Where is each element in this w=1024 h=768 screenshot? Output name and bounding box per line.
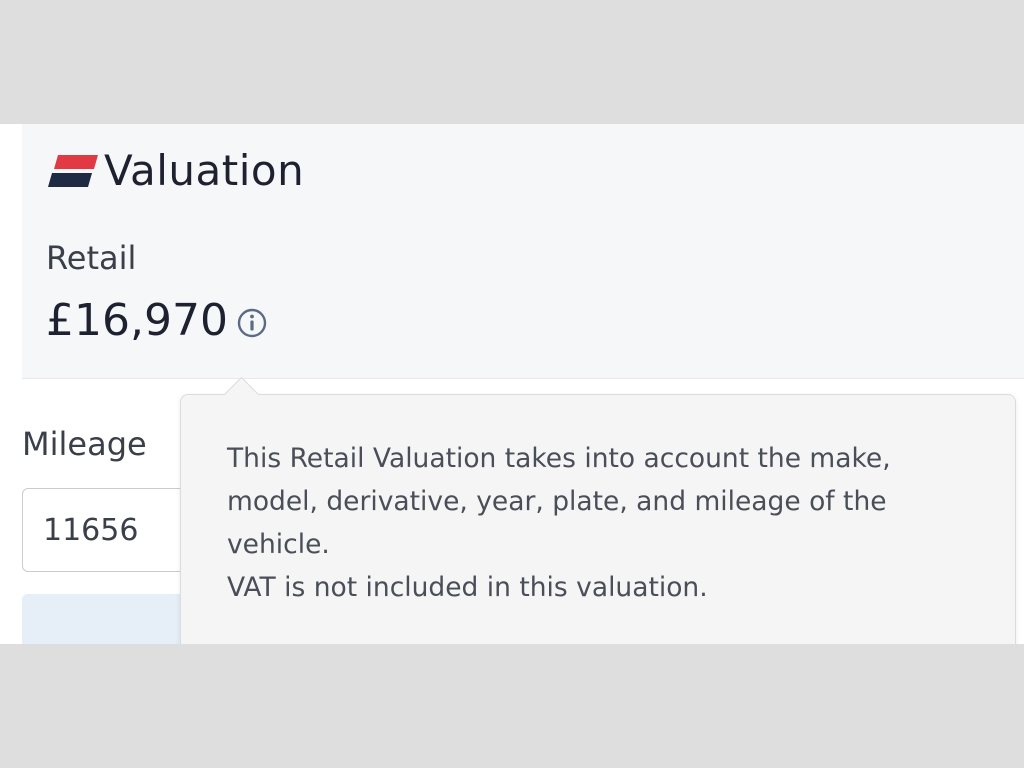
valuation-tooltip: This Retail Valuation takes into account… — [180, 376, 1016, 644]
brand-header: Valuation — [46, 146, 304, 196]
page-viewport: Valuation Retail £16,970 Mileage This Re… — [0, 124, 1024, 644]
retail-label: Retail — [46, 239, 137, 277]
brand-logo-icon — [48, 155, 98, 187]
info-circle-icon[interactable] — [234, 305, 270, 341]
mileage-label: Mileage — [22, 425, 147, 463]
tooltip-text: This Retail Valuation takes into account… — [227, 437, 987, 609]
valuation-card: Valuation Retail £16,970 — [22, 124, 1024, 379]
retail-price: £16,970 — [46, 295, 228, 346]
tooltip-vat-note: VAT is not included in this valuation. — [227, 572, 708, 603]
price-row: £16,970 — [46, 296, 270, 346]
tooltip-arrow — [223, 376, 260, 413]
brand-title: Valuation — [104, 146, 305, 195]
tooltip-description: This Retail Valuation takes into account… — [227, 443, 891, 560]
